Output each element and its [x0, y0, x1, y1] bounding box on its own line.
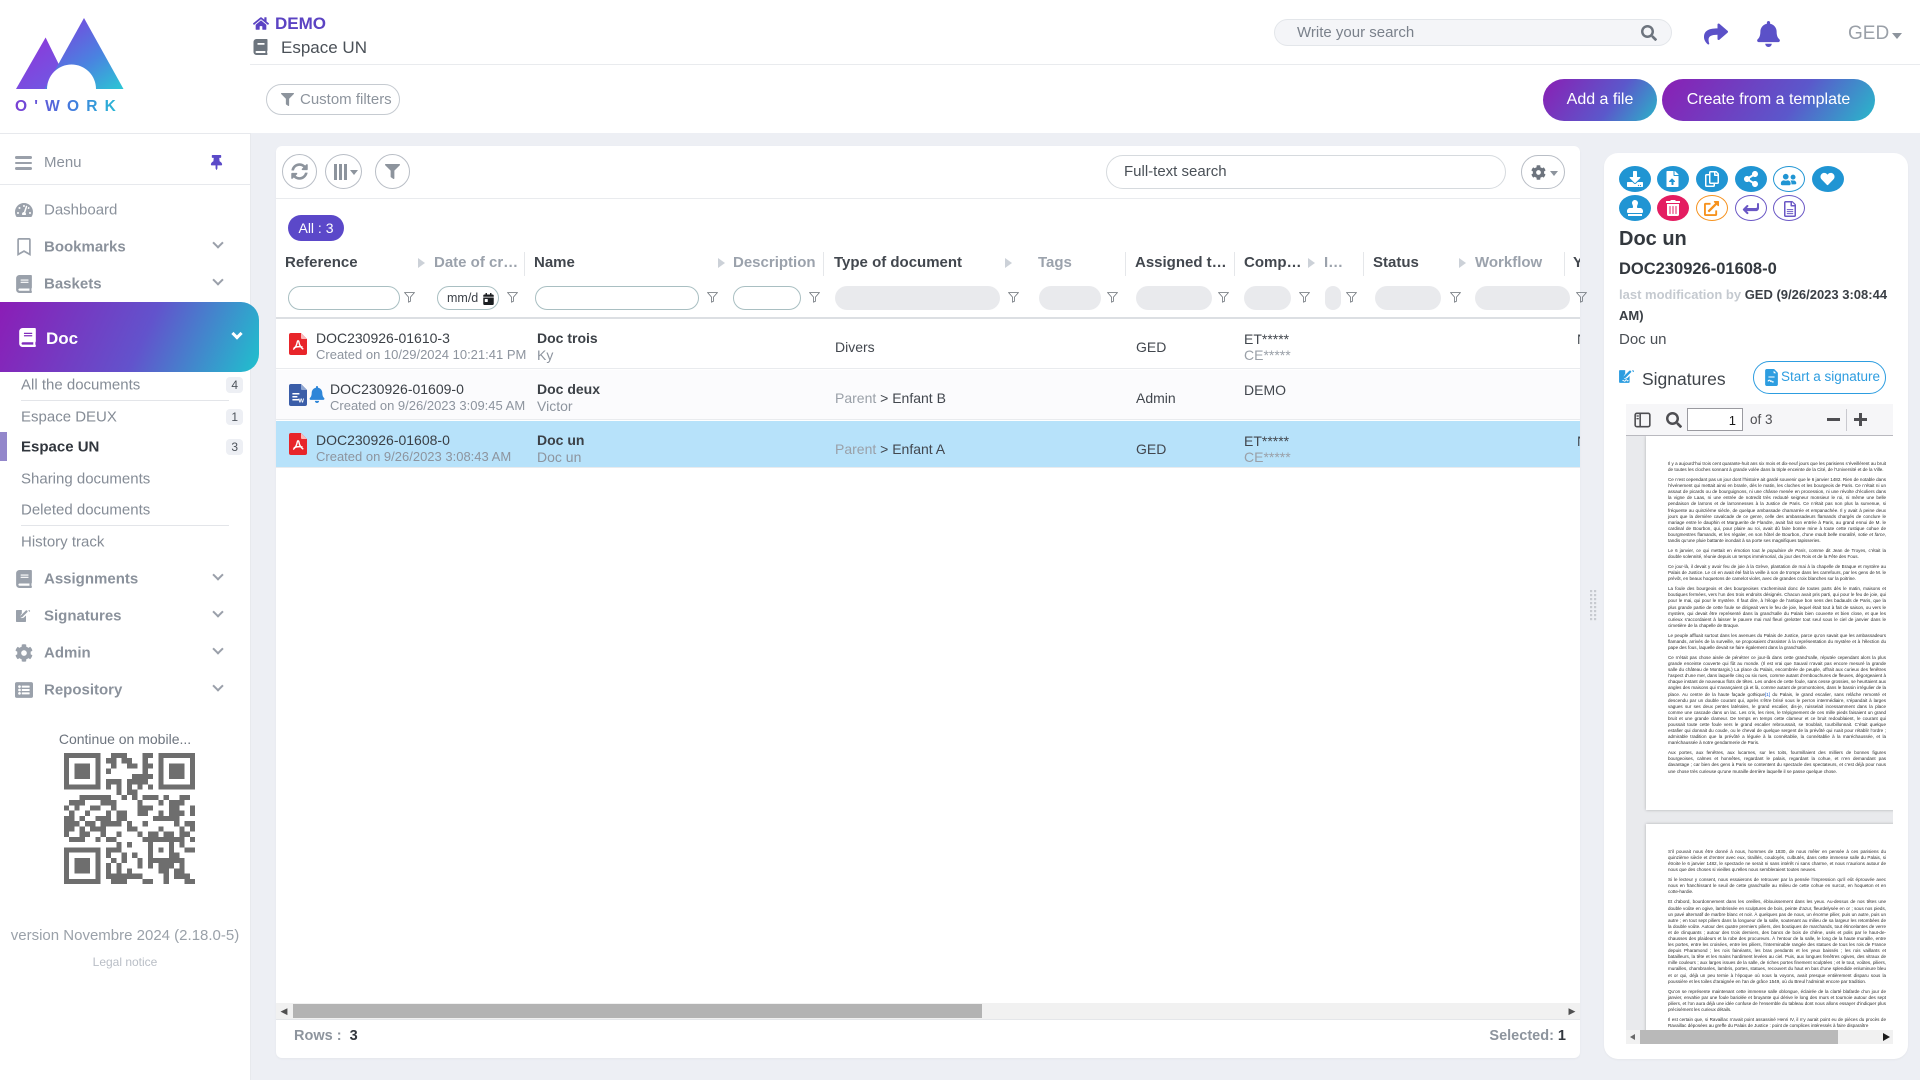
svg-text:w: w	[298, 398, 305, 405]
svg-text:O'WORK: O'WORK	[15, 98, 123, 114]
